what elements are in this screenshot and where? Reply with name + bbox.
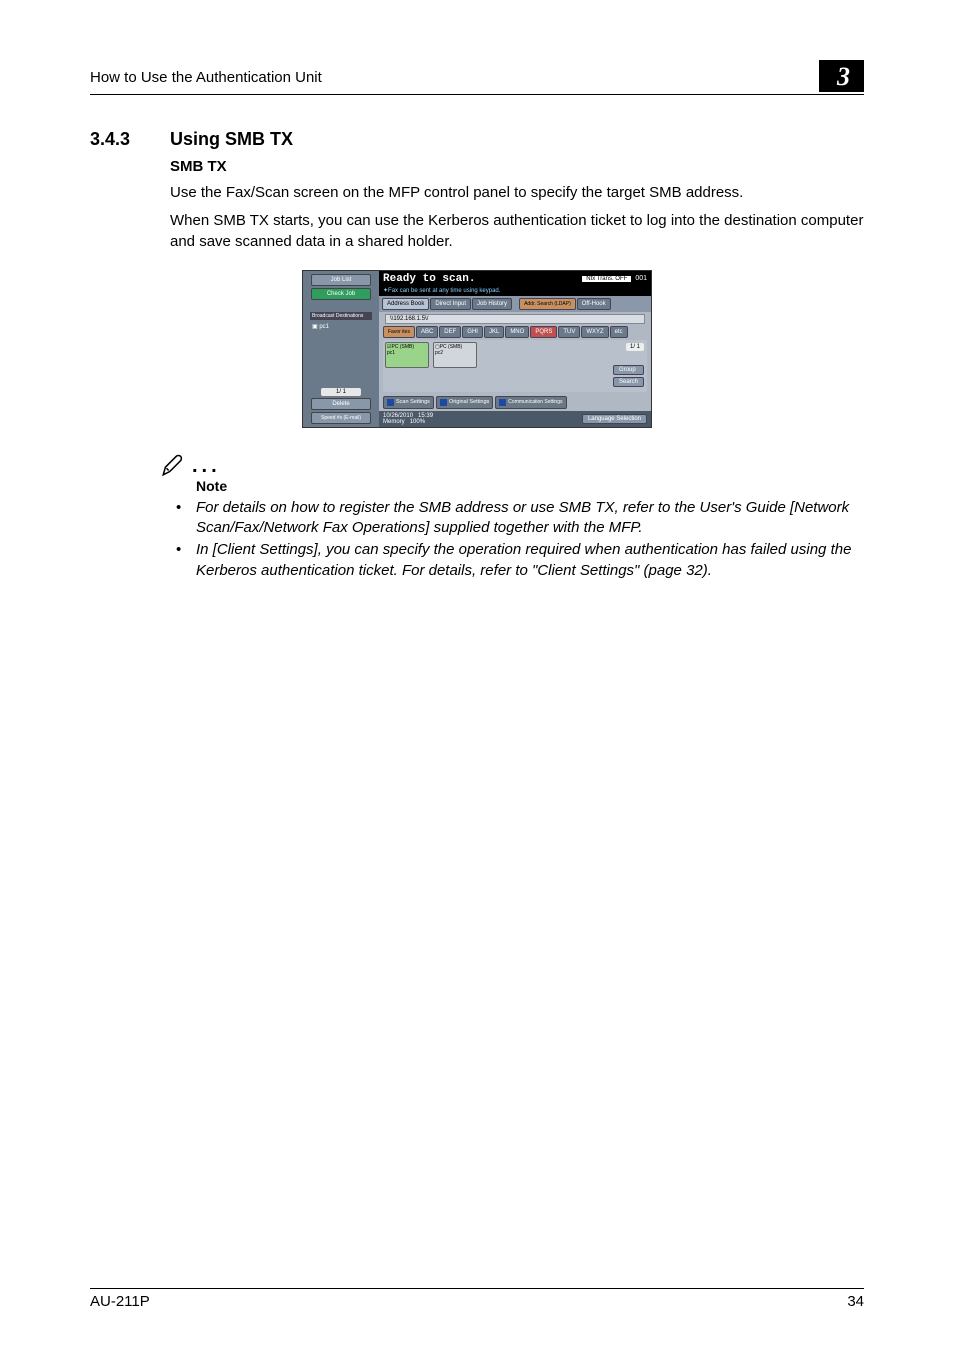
status-title: Ready to scan.: [383, 273, 475, 285]
tab-address-book[interactable]: Address Book: [382, 298, 429, 310]
content-pager: 1/ 1: [626, 343, 644, 351]
panel-mem-val: 100%: [410, 419, 425, 425]
status-hint: ✦Fax can be sent at any time using keypa…: [379, 287, 651, 296]
alpha-def[interactable]: DEF: [439, 326, 461, 338]
mfp-panel: Job List Check Job Broadcast Destination…: [302, 270, 652, 428]
check-job-button[interactable]: Check Job: [311, 288, 371, 300]
alpha-tabs: Favor ites ABC DEF GHI JKL MNO PQRS TUV …: [379, 326, 651, 340]
comm-settings-button[interactable]: Communication Settings: [495, 396, 566, 409]
bullet-dot-icon: •: [176, 540, 186, 581]
page-footer: AU-211P 34: [90, 1288, 864, 1310]
status-right: Ntx Trans. OFF 001: [582, 273, 647, 285]
pen-icon: [160, 452, 186, 478]
panel-footer-left: 10/26/2010 15:39 Memory 100%: [383, 413, 433, 425]
group-button[interactable]: Group: [613, 365, 644, 375]
alpha-abc[interactable]: ABC: [416, 326, 438, 338]
footer-page-number: 34: [847, 1293, 864, 1310]
section-number: 3.4.3: [90, 129, 170, 150]
comm-settings-icon: [499, 399, 506, 406]
destinations-title: Broadcast Destinations: [310, 312, 372, 320]
original-settings-button[interactable]: Original Settings: [436, 396, 493, 409]
alpha-favorites[interactable]: Favor ites: [383, 326, 415, 338]
address-content-area: ☑PC (SMB) pc1 ▢PC (SMB) pc2 1/ 1 Group S…: [383, 340, 647, 392]
ntx-label: Ntx Trans. OFF: [582, 276, 631, 282]
smb-entry-pc2-name: pc2: [435, 350, 475, 356]
note-bullet-1: • For details on how to register the SMB…: [176, 498, 864, 539]
note-bullet-1-text: For details on how to register the SMB a…: [196, 498, 864, 539]
language-selection-button[interactable]: Language Selection: [582, 414, 647, 424]
comm-settings-label: Communication Settings: [508, 399, 562, 405]
smb-entry-pc2[interactable]: ▢PC (SMB) pc2: [433, 342, 477, 368]
panel-right-area: Ready to scan. Ntx Trans. OFF 001 ✦Fax c…: [379, 271, 651, 427]
note-bullet-2-text: In [Client Settings], you can specify th…: [196, 540, 864, 581]
tab-addr-search[interactable]: Addr. Search (LDAP): [519, 298, 576, 310]
note-dots: ...: [192, 455, 221, 478]
original-settings-label: Original Settings: [449, 399, 489, 405]
left-pager: 1/ 1: [321, 388, 361, 396]
note-label: Note: [196, 478, 864, 494]
section-heading: 3.4.3 Using SMB TX: [90, 129, 864, 150]
note-bullets: • For details on how to register the SMB…: [176, 498, 864, 581]
job-list-button[interactable]: Job List: [311, 274, 371, 286]
alpha-wxyz[interactable]: WXYZ: [581, 326, 608, 338]
search-button[interactable]: Search: [613, 377, 644, 387]
main-tabs: Address Book Direct Input Job History Ad…: [379, 296, 651, 312]
page-header: How to Use the Authentication Unit 3: [90, 60, 864, 95]
paragraph-1: Use the Fax/Scan screen on the MFP contr…: [170, 183, 864, 203]
bottom-setting-row: Scan Settings Original Settings Communic…: [379, 394, 651, 411]
dest-count: 001: [635, 275, 647, 282]
note-bullet-2: • In [Client Settings], you can specify …: [176, 540, 864, 581]
alpha-mno[interactable]: MNO: [505, 326, 529, 338]
mfp-screenshot: Job List Check Job Broadcast Destination…: [302, 270, 652, 428]
content-side-buttons: 1/ 1 Group Search: [613, 343, 644, 387]
sub-heading: SMB TX: [170, 158, 864, 175]
section-title: Using SMB TX: [170, 129, 293, 150]
smb-entry-pc1-name: pc1: [387, 350, 427, 356]
tab-direct-input[interactable]: Direct Input: [430, 298, 471, 310]
chapter-number-box: 3: [819, 60, 864, 92]
scan-settings-label: Scan Settings: [396, 399, 430, 405]
delete-button[interactable]: Delete: [311, 398, 371, 410]
bullet-dot-icon: •: [176, 498, 186, 539]
tab-off-hook[interactable]: Off-Hook: [577, 298, 611, 310]
panel-left-column: Job List Check Job Broadcast Destination…: [303, 271, 379, 427]
running-title: How to Use the Authentication Unit: [90, 69, 322, 92]
alpha-jkl[interactable]: JKL: [484, 326, 504, 338]
smb-path: \\192.168.1.5\/: [385, 314, 645, 324]
panel-footer: 10/26/2010 15:39 Memory 100% Language Se…: [379, 411, 651, 427]
tab-job-history[interactable]: Job History: [472, 298, 512, 310]
alpha-tuv[interactable]: TUV: [558, 326, 580, 338]
alpha-etc[interactable]: etc: [610, 326, 628, 338]
alpha-pqrs[interactable]: PQRS: [530, 326, 557, 338]
smb-entry-pc1[interactable]: ☑PC (SMB) pc1: [385, 342, 429, 368]
speed-button[interactable]: Speed #s (E-mail): [311, 412, 371, 424]
destination-item[interactable]: ▣ pc1: [310, 322, 372, 331]
original-settings-icon: [440, 399, 447, 406]
scan-settings-icon: [387, 399, 394, 406]
note-icon: ...: [160, 452, 864, 478]
scan-settings-button[interactable]: Scan Settings: [383, 396, 434, 409]
status-bar: Ready to scan. Ntx Trans. OFF 001: [379, 271, 651, 287]
footer-model: AU-211P: [90, 1293, 150, 1310]
panel-mem-label: Memory: [383, 419, 405, 425]
paragraph-2: When SMB TX starts, you can use the Kerb…: [170, 211, 864, 252]
alpha-ghi[interactable]: GHI: [462, 326, 483, 338]
